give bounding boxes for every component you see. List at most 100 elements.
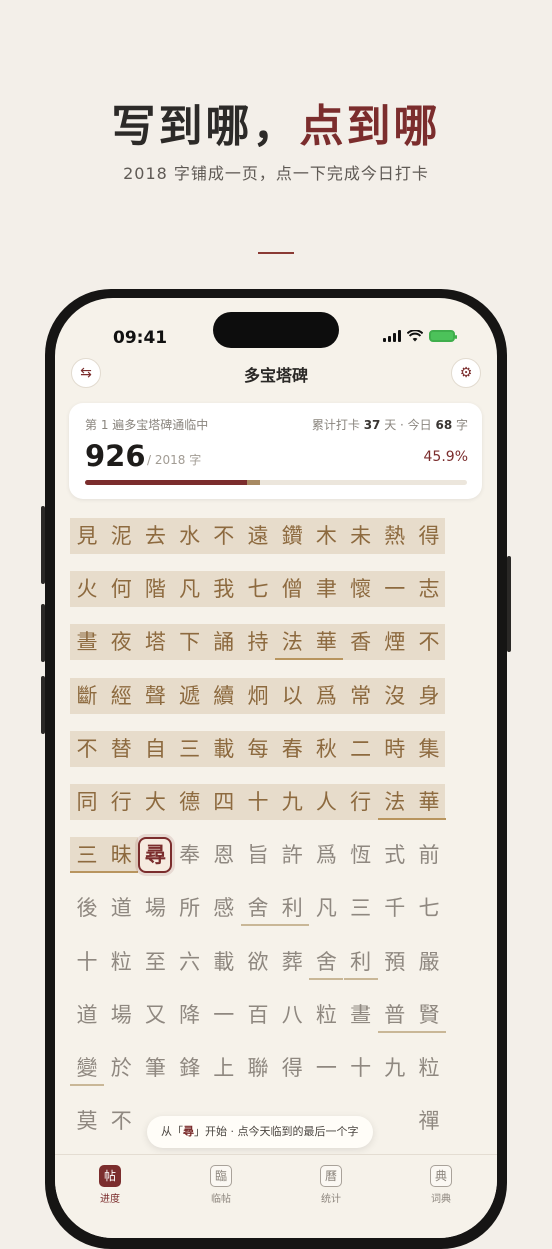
grid-char[interactable]: 時 [378, 731, 412, 767]
grid-char[interactable]: 三 [344, 890, 378, 926]
grid-char[interactable]: 階 [138, 571, 172, 607]
grid-char[interactable]: 七 [241, 571, 275, 607]
grid-char[interactable]: 普 [377, 997, 412, 1033]
grid-char[interactable]: 遠 [241, 518, 275, 554]
grid-char[interactable]: 煙 [378, 624, 412, 660]
grid-char[interactable]: 載 [207, 731, 241, 767]
tab-progress[interactable]: 帖进度 [80, 1165, 140, 1205]
grid-char[interactable]: 志 [412, 571, 446, 607]
grid-char[interactable]: 十 [344, 1050, 378, 1086]
grid-char[interactable]: 利 [343, 944, 378, 980]
grid-char[interactable]: 十 [70, 944, 104, 980]
grid-char[interactable]: 至 [138, 944, 172, 980]
grid-char[interactable]: 變 [70, 1050, 104, 1086]
grid-char[interactable]: 火 [70, 571, 104, 607]
grid-char[interactable]: 遞 [173, 678, 207, 714]
grid-char[interactable]: 誦 [207, 624, 241, 660]
grid-char[interactable]: 常 [344, 678, 378, 714]
grid-char[interactable]: 鋒 [173, 1050, 207, 1086]
grid-char[interactable]: 道 [104, 890, 138, 926]
grid-char[interactable]: 去 [138, 518, 172, 554]
grid-char[interactable]: 七 [412, 890, 446, 926]
grid-char[interactable]: 道 [70, 997, 104, 1033]
grid-char[interactable]: 感 [207, 890, 241, 926]
grid-char[interactable]: 行 [104, 784, 138, 820]
grid-char[interactable]: 身 [412, 678, 446, 714]
grid-char[interactable]: 凡 [309, 890, 343, 926]
grid-char[interactable]: 水 [173, 518, 207, 554]
grid-char[interactable]: 炯 [241, 678, 275, 714]
grid-char[interactable]: 人 [309, 784, 343, 820]
grid-char[interactable]: 不 [207, 518, 241, 554]
grid-char[interactable]: 場 [138, 890, 172, 926]
grid-char[interactable]: 法 [377, 784, 412, 820]
grid-char[interactable]: 莫 [70, 1103, 104, 1139]
grid-char[interactable]: 式 [378, 837, 412, 873]
grid-char[interactable]: 預 [378, 944, 412, 980]
grid-char[interactable]: 泥 [104, 518, 138, 554]
grid-char[interactable]: 一 [309, 1050, 343, 1086]
grid-char[interactable]: 夜 [104, 624, 138, 660]
grid-char[interactable]: 一 [207, 997, 241, 1033]
grid-char[interactable]: 續 [207, 678, 241, 714]
grid-char[interactable]: 百 [241, 997, 275, 1033]
grid-char[interactable]: 行 [344, 784, 378, 820]
settings-button[interactable]: ⚙ [451, 358, 481, 388]
grid-char[interactable]: 六 [173, 944, 207, 980]
grid-char[interactable]: 許 [275, 837, 309, 873]
grid-char[interactable]: 晝 [70, 624, 104, 660]
grid-char-current[interactable]: 尋 [138, 837, 173, 874]
grid-char[interactable]: 凡 [173, 571, 207, 607]
grid-char[interactable]: 不 [104, 1103, 138, 1139]
grid-char[interactable]: 九 [275, 784, 309, 820]
grid-char[interactable]: 我 [207, 571, 241, 607]
grid-char[interactable]: 見 [70, 518, 104, 554]
grid-char[interactable]: 木 [309, 518, 343, 554]
grid-char[interactable]: 自 [138, 731, 172, 767]
grid-char[interactable]: 恆 [344, 837, 378, 873]
grid-char[interactable]: 華 [309, 624, 344, 661]
grid-char[interactable]: 舍 [241, 890, 275, 927]
grid-char[interactable]: 降 [173, 997, 207, 1033]
grid-char[interactable]: 欲 [241, 944, 275, 980]
grid-char[interactable]: 替 [104, 731, 138, 767]
grid-char[interactable]: 前 [412, 837, 446, 873]
grid-char[interactable]: 懷 [344, 571, 378, 607]
grid-char[interactable]: 筆 [138, 1050, 172, 1086]
grid-char[interactable]: 場 [104, 997, 138, 1033]
grid-char[interactable]: 利 [275, 890, 310, 927]
grid-char[interactable]: 何 [104, 571, 138, 607]
grid-char[interactable]: 下 [173, 624, 207, 660]
grid-char[interactable]: 晝 [344, 997, 378, 1033]
grid-char[interactable]: 千 [378, 890, 412, 926]
grid-char[interactable]: 斷 [70, 678, 104, 714]
grid-char[interactable]: 不 [412, 624, 446, 660]
grid-char[interactable]: 春 [275, 731, 309, 767]
grid-char[interactable]: 塔 [138, 624, 172, 660]
grid-char[interactable]: 粒 [412, 1050, 446, 1086]
grid-char[interactable]: 爲 [309, 837, 343, 873]
grid-char[interactable]: 以 [275, 678, 309, 714]
grid-char[interactable]: 得 [412, 518, 446, 554]
grid-char[interactable]: 經 [104, 678, 138, 714]
grid-char[interactable]: 香 [344, 624, 378, 660]
grid-char[interactable]: 禪 [412, 1103, 446, 1139]
grid-char[interactable]: 未 [344, 518, 378, 554]
grid-char[interactable]: 於 [104, 1050, 138, 1086]
grid-char[interactable]: 同 [70, 784, 104, 820]
grid-char[interactable]: 秋 [309, 731, 343, 767]
grid-char[interactable]: 嚴 [412, 944, 446, 980]
grid-char[interactable]: 持 [241, 624, 275, 660]
grid-char[interactable]: 恩 [207, 837, 241, 873]
grid-char[interactable]: 粒 [104, 944, 138, 980]
grid-char[interactable]: 葬 [275, 944, 309, 980]
grid-char[interactable]: 聯 [241, 1050, 275, 1086]
grid-char[interactable]: 華 [412, 784, 446, 820]
grid-char[interactable]: 大 [138, 784, 172, 820]
grid-char[interactable]: 鑽 [275, 518, 309, 554]
grid-char[interactable]: 後 [70, 890, 104, 926]
grid-char[interactable]: 聿 [309, 571, 343, 607]
grid-char[interactable]: 熱 [378, 518, 412, 554]
grid-char[interactable]: 三 [70, 837, 104, 874]
grid-char[interactable]: 集 [412, 731, 446, 767]
